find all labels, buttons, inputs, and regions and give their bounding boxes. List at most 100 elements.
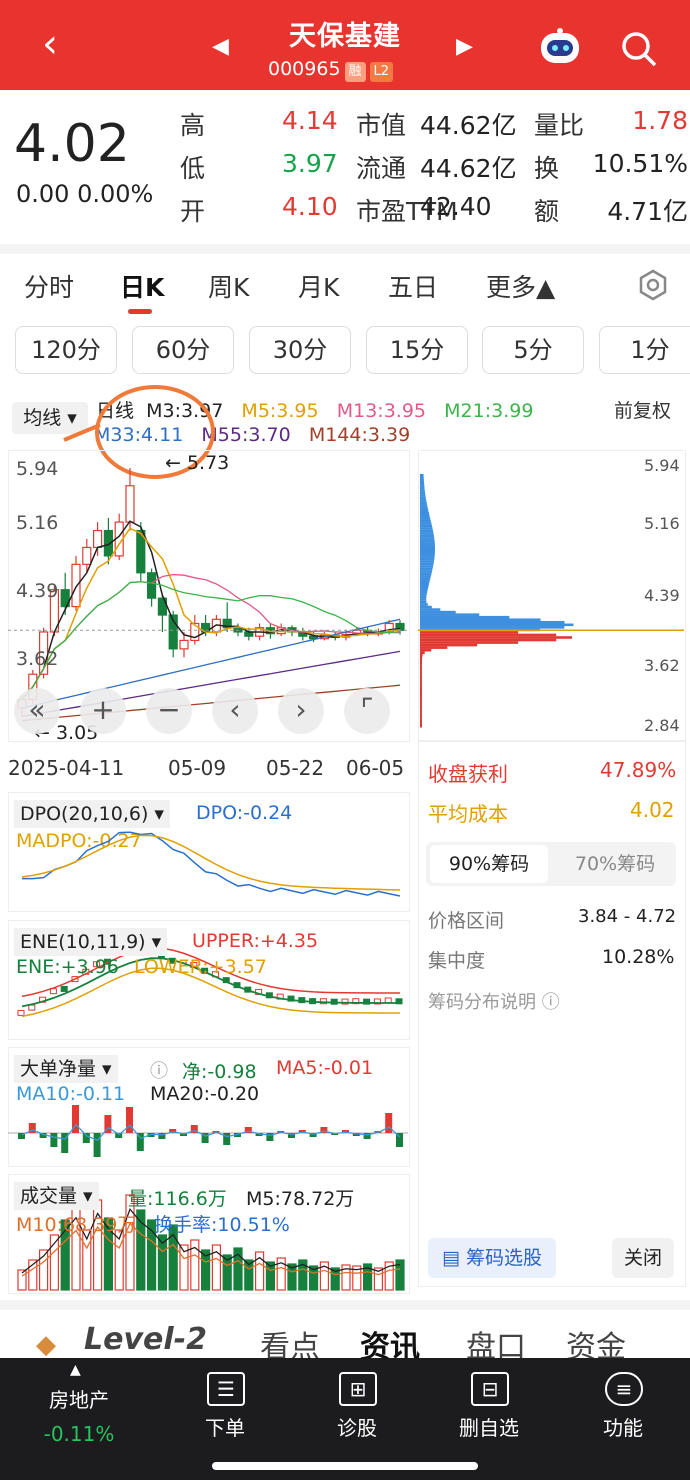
active-tab-indicator — [128, 309, 152, 314]
tab-3[interactable]: 月K — [298, 268, 339, 304]
chip-bar — [420, 608, 441, 611]
quote-label-1-4: 换 — [534, 154, 560, 183]
price-range-label: 价格区间 — [428, 910, 505, 932]
quote-value-1-3: 44.62亿 — [420, 154, 517, 183]
candle-body — [147, 572, 157, 599]
chip-bar — [420, 570, 432, 573]
chip-select-button[interactable]: ▤ 筹码选股 — [428, 1238, 556, 1278]
chip-bar — [420, 722, 422, 725]
chip-close-button[interactable]: 关闭 — [612, 1238, 674, 1278]
bottom-item-1[interactable]: 诊股 — [302, 1412, 412, 1441]
tab-5[interactable]: 更多▲ — [486, 268, 555, 304]
sector-up-icon: ▲ — [70, 1362, 81, 1378]
chip-bar — [420, 504, 428, 507]
chip-bar — [420, 656, 423, 660]
tab-1[interactable]: 日K — [120, 268, 164, 304]
period-0[interactable]: 120分 — [15, 326, 117, 374]
zoom-left-icon[interactable]: « — [14, 688, 60, 734]
chip-bar — [420, 542, 435, 545]
scroll-right-icon[interactable]: › — [278, 688, 324, 734]
madpo-line — [21, 834, 401, 891]
bottom-item-2[interactable]: 删自选 — [434, 1412, 544, 1441]
quote-label-0-2: 市值 — [356, 111, 407, 140]
chip-bar — [420, 539, 435, 543]
settings-icon[interactable] — [636, 268, 670, 302]
next-stock-icon[interactable]: ▶ — [456, 34, 473, 59]
chip-bar — [420, 694, 422, 698]
adjust-mode[interactable]: 前复权 — [614, 396, 671, 423]
info-tab-0[interactable]: Level-2 — [84, 1322, 207, 1357]
zoom-in-icon[interactable]: + — [80, 688, 126, 734]
period-4[interactable]: 5分 — [482, 326, 584, 374]
chip-bar — [420, 473, 424, 477]
tab-70-chips[interactable]: 70%筹码 — [556, 845, 674, 883]
zoom-out-icon[interactable]: − — [146, 688, 192, 734]
top-bar: ‹ ◀ 天保基建 000965 融 L2 ▶ — [0, 0, 690, 90]
bigorder-bar — [385, 1113, 393, 1133]
remove-watchlist-icon: ⊟ — [471, 1372, 509, 1406]
quote-label-2-0: 开 — [180, 197, 206, 226]
turnover-value: 换手率:10.51% — [154, 1214, 290, 1236]
period-3[interactable]: 15分 — [366, 326, 468, 374]
chip-bar — [420, 643, 478, 647]
fullscreen-icon[interactable]: ⌜ — [344, 688, 390, 734]
chip-bar — [420, 478, 424, 482]
sector-name[interactable]: 房地产 — [24, 1384, 134, 1413]
chip-bar — [420, 575, 431, 578]
ma-m21: M21:3.99 — [444, 400, 534, 422]
volume-indicator-select[interactable]: 成交量 ▾ — [14, 1182, 99, 1210]
chip-bar — [420, 646, 448, 649]
ene-indicator-select[interactable]: ENE(10,11,9) ▾ — [14, 928, 168, 956]
period-1[interactable]: 60分 — [132, 326, 234, 374]
chip-bar — [420, 565, 434, 568]
chip-bar — [420, 524, 432, 528]
robot-assistant-icon[interactable] — [538, 27, 582, 67]
bigorder-bar — [50, 1133, 58, 1147]
search-icon[interactable] — [620, 30, 658, 68]
chip-bar — [420, 691, 422, 695]
help-icon[interactable]: ⓘ — [150, 1057, 168, 1083]
chip-y-label: 5.16 — [644, 514, 680, 533]
tab-2[interactable]: 周K — [208, 268, 249, 304]
stock-code-line: 000965 融 L2 — [268, 58, 394, 82]
chip-bar — [420, 699, 422, 703]
quote-label-0-4: 量比 — [534, 111, 585, 140]
chip-bar — [420, 567, 433, 571]
chip-bar — [420, 519, 431, 523]
chip-bar — [420, 577, 431, 581]
ene-upper: UPPER:+4.35 — [192, 930, 319, 952]
function-icon: ≡ — [605, 1372, 643, 1406]
chip-bar — [420, 613, 480, 616]
chip-select-label: 筹码选股 — [465, 1247, 542, 1269]
chip-bar — [420, 603, 428, 606]
chip-explain-link[interactable]: 筹码分布说明 ⓘ — [428, 988, 560, 1014]
divider — [0, 244, 690, 254]
chip-bar — [420, 605, 432, 609]
chip-bar — [420, 674, 422, 677]
chip-bar — [420, 626, 565, 629]
chip-bar — [420, 679, 422, 682]
bigorder-indicator-select[interactable]: 大单净量 ▾ — [14, 1055, 118, 1083]
quote-value-0-5: 1.78 — [632, 106, 688, 135]
chip-bar — [420, 522, 432, 525]
chip-bar — [420, 511, 429, 515]
bigorder-bar — [126, 1107, 133, 1133]
bigorder-bar — [82, 1133, 90, 1143]
scroll-left-icon[interactable]: ‹ — [212, 688, 258, 734]
tab-90-chips[interactable]: 90%筹码 — [430, 845, 548, 883]
period-5[interactable]: 1分 — [599, 326, 690, 374]
home-indicator — [212, 1462, 478, 1470]
kline-y-label: 5.94 — [16, 458, 59, 480]
chip-bar — [420, 580, 430, 584]
tab-4[interactable]: 五日 — [388, 268, 438, 304]
chip-bar — [420, 641, 519, 644]
tab-0[interactable]: 分时 — [24, 268, 74, 304]
chip-bar — [420, 689, 422, 693]
bottom-item-0[interactable]: 下单 — [170, 1412, 280, 1441]
chip-bar — [420, 582, 429, 586]
bigorder-ma10: MA10:-0.11 — [16, 1083, 126, 1105]
ma-label: 均线 — [23, 407, 62, 429]
ma144-line — [21, 684, 401, 722]
bottom-item-3[interactable]: 功能 — [568, 1412, 678, 1441]
period-2[interactable]: 30分 — [249, 326, 351, 374]
